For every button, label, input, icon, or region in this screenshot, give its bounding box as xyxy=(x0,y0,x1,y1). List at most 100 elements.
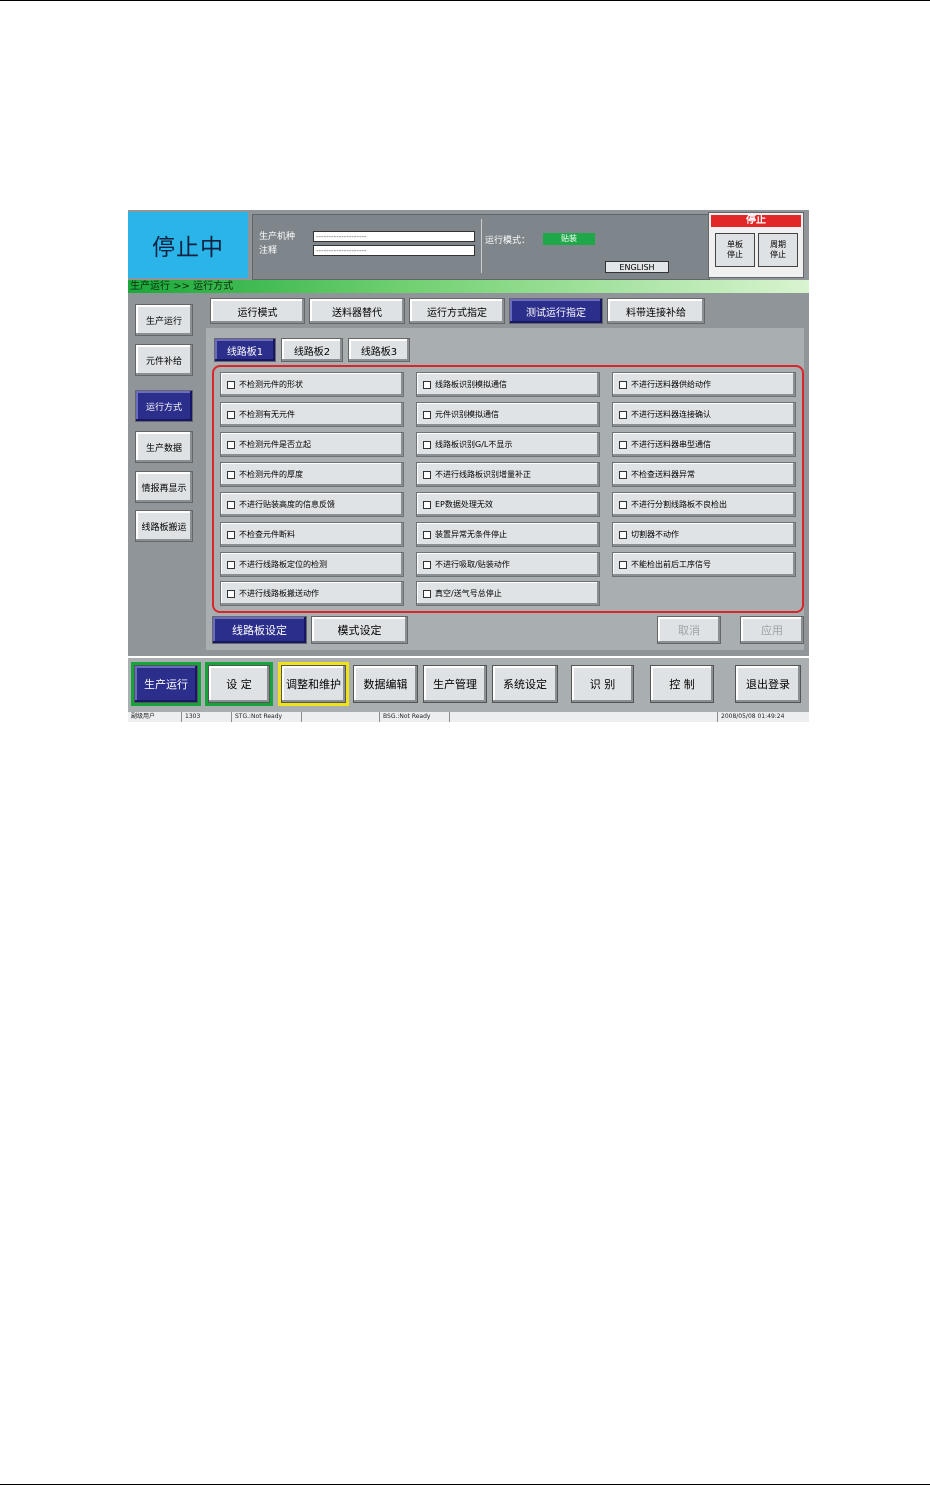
sidebar-item-run-method[interactable]: 运行方式 xyxy=(135,390,193,422)
sidebar-item-info-redisplay[interactable]: 情报再显示 xyxy=(135,471,193,503)
checkbox-icon[interactable] xyxy=(227,560,235,569)
product-field: -------------------- xyxy=(313,231,475,242)
tab-board-3[interactable]: 线路板3 xyxy=(348,338,410,362)
main-recognition-button[interactable]: 识 别 xyxy=(571,665,634,703)
option-checkbox[interactable]: 线路板识别模拟通信 xyxy=(416,372,600,397)
main-production-run-button[interactable]: 生产运行 xyxy=(131,662,201,706)
checkbox-icon[interactable] xyxy=(227,589,235,598)
product-label: 生产机种 xyxy=(259,232,296,242)
option-checkbox[interactable]: 不进行送料器串型通信 xyxy=(612,432,796,457)
status-user-level: 副级用户 xyxy=(128,712,182,722)
checkbox-icon[interactable] xyxy=(423,380,431,389)
option-checkbox[interactable]: 不检测元件是否立起 xyxy=(220,432,404,457)
sidebar-item-production-data[interactable]: 生产数据 xyxy=(135,431,193,463)
option-checkbox[interactable]: 不进行线路板定位的检测 xyxy=(220,552,404,577)
option-label: 不检测有无元件 xyxy=(239,410,295,419)
main-control-button[interactable]: 控 制 xyxy=(650,665,714,703)
status-bar: 副级用户 1303 STG.:Not Ready BSG.:Not Ready … xyxy=(128,712,809,722)
tab-board-2[interactable]: 线路板2 xyxy=(281,338,343,362)
option-label: 不进行贴装高度的信息反馈 xyxy=(239,500,335,509)
checkbox-icon[interactable] xyxy=(423,589,431,598)
checkbox-icon[interactable] xyxy=(227,500,235,509)
option-checkbox[interactable]: 不进行分割线路板不良检出 xyxy=(612,492,796,517)
option-checkbox[interactable]: 线路板识别G/L不显示 xyxy=(416,432,600,457)
checkbox-icon[interactable] xyxy=(423,470,431,479)
option-checkbox[interactable]: 不能检出前后工序信号 xyxy=(612,552,796,577)
option-checkbox[interactable]: 不检测元件的厚度 xyxy=(220,462,404,487)
option-checkbox[interactable]: 不进行线路板识别增量补正 xyxy=(416,462,600,487)
tab-test-run-designation[interactable]: 测试运行指定 xyxy=(509,298,603,324)
status-empty-1 xyxy=(302,712,380,722)
main-settings-button[interactable]: 设 定 xyxy=(205,662,273,706)
checkbox-icon[interactable] xyxy=(619,530,627,539)
tab-feeder-substitute[interactable]: 送料器替代 xyxy=(309,298,405,324)
option-checkbox[interactable]: 元件识别模拟通信 xyxy=(416,402,600,427)
tab-mode-setting[interactable]: 模式设定 xyxy=(311,616,408,644)
option-checkbox[interactable]: 不进行贴装高度的信息反馈 xyxy=(220,492,404,517)
checkbox-icon[interactable] xyxy=(227,410,235,419)
option-checkbox[interactable]: 不检测有无元件 xyxy=(220,402,404,427)
page-top-rule xyxy=(0,0,930,1)
option-checkbox[interactable]: 不进行吸取/贴装动作 xyxy=(416,552,600,577)
checkbox-icon[interactable] xyxy=(423,440,431,449)
option-checkbox[interactable]: 不进行送料器连接确认 xyxy=(612,402,796,427)
stop-title: 停止 xyxy=(711,215,801,227)
option-label: 不检查送料器异常 xyxy=(631,470,695,479)
checkbox-icon[interactable] xyxy=(619,470,627,479)
option-checkbox[interactable]: 切割器不动作 xyxy=(612,522,796,547)
run-mode-value: 贴装 xyxy=(543,233,595,245)
tab-board-1[interactable]: 线路板1 xyxy=(214,338,276,362)
checkbox-icon[interactable] xyxy=(619,560,627,569)
option-checkbox[interactable]: 不进行送料器供给动作 xyxy=(612,372,796,397)
option-label: EP数据处理无效 xyxy=(435,500,493,509)
sidebar-item-board-transport[interactable]: 线路板搬运 xyxy=(135,510,193,542)
tab-run-mode[interactable]: 运行模式 xyxy=(210,298,305,324)
option-label: 不进行线路板识别增量补正 xyxy=(435,470,531,479)
single-board-stop-button[interactable]: 单板 停止 xyxy=(715,233,755,267)
checkbox-icon[interactable] xyxy=(619,500,627,509)
page-bottom-rule xyxy=(0,1484,930,1485)
sidebar-item-production-run[interactable]: 生产运行 xyxy=(135,304,193,336)
sidebar-item-component-supply[interactable]: 元件补给 xyxy=(135,344,193,376)
main-adjust-maintenance-button[interactable]: 调整和维护 xyxy=(278,662,349,706)
checkbox-icon[interactable] xyxy=(227,470,235,479)
tab-tape-splice-supply[interactable]: 料带连接补给 xyxy=(607,298,705,324)
option-checkbox[interactable]: 不进行线路板搬送动作 xyxy=(220,581,404,606)
apply-button[interactable]: 应用 xyxy=(740,616,804,644)
checkbox-icon[interactable] xyxy=(423,500,431,509)
checkbox-icon[interactable] xyxy=(423,560,431,569)
cancel-button[interactable]: 取消 xyxy=(657,616,721,644)
main-system-setting-button[interactable]: 系统设定 xyxy=(492,665,558,703)
run-mode-label: 运行模式： xyxy=(485,236,531,246)
checkbox-icon[interactable] xyxy=(619,440,627,449)
checkbox-icon[interactable] xyxy=(227,380,235,389)
main-data-edit-button[interactable]: 数据编辑 xyxy=(353,665,418,703)
option-label: 不检查元件断料 xyxy=(239,530,295,539)
option-label: 线路板识别G/L不显示 xyxy=(435,440,513,449)
option-checkbox[interactable]: EP数据处理无效 xyxy=(416,492,600,517)
checkbox-icon[interactable] xyxy=(619,380,627,389)
option-label: 不能检出前后工序信号 xyxy=(631,560,711,569)
tab-run-method-designation[interactable]: 运行方式指定 xyxy=(409,298,505,324)
checkbox-icon[interactable] xyxy=(227,440,235,449)
option-checkbox[interactable]: 不检测元件的形状 xyxy=(220,372,404,397)
option-checkbox[interactable]: 装置异常无条件停止 xyxy=(416,522,600,547)
option-label: 装置异常无条件停止 xyxy=(435,530,507,539)
main-production-management-button[interactable]: 生产管理 xyxy=(423,665,487,703)
stop-panel: 停止 单板 停止 周期 停止 xyxy=(708,212,804,278)
option-checkbox[interactable]: 真空/送气号总停止 xyxy=(416,581,600,606)
tab-board-setting[interactable]: 线路板设定 xyxy=(212,616,307,644)
option-checkbox[interactable]: 不检查元件断料 xyxy=(220,522,404,547)
status-datetime: 2008/05/08 01:49:24 xyxy=(721,713,785,720)
option-checkbox[interactable]: 不检查送料器异常 xyxy=(612,462,796,487)
status-bsg: BSG.:Not Ready xyxy=(380,712,450,722)
checkbox-icon[interactable] xyxy=(227,530,235,539)
english-button[interactable]: ENGLISH xyxy=(605,261,669,273)
checkbox-icon[interactable] xyxy=(423,530,431,539)
main-logout-button[interactable]: 退出登录 xyxy=(735,665,801,703)
option-label: 切割器不动作 xyxy=(631,530,679,539)
cycle-stop-button[interactable]: 周期 停止 xyxy=(758,233,798,267)
checkbox-icon[interactable] xyxy=(619,410,627,419)
checkbox-icon[interactable] xyxy=(423,410,431,419)
option-label: 不进行送料器供给动作 xyxy=(631,380,711,389)
